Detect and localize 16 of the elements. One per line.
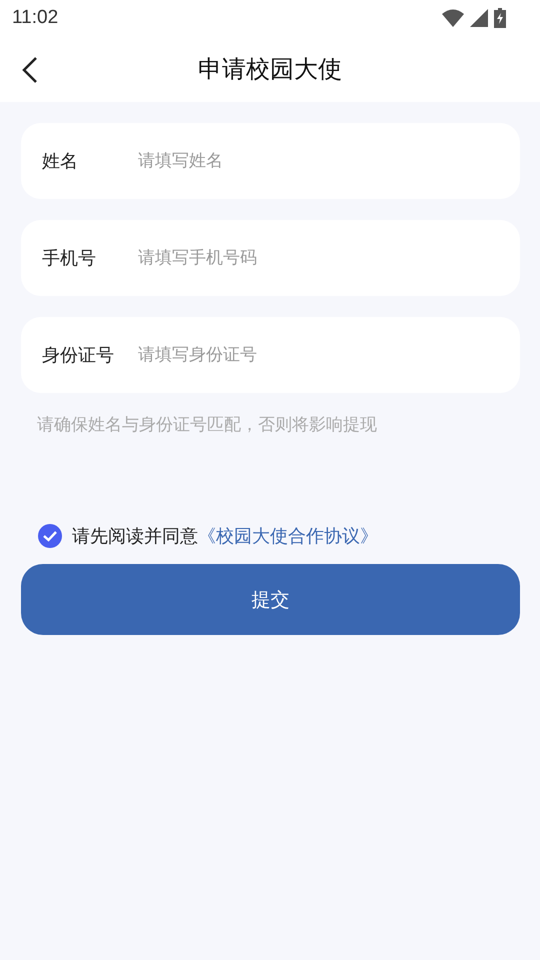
agreement-link[interactable]: 《校园大使合作协议》	[198, 524, 378, 548]
signal-icon	[470, 9, 488, 27]
status-time: 11:02	[12, 7, 58, 29]
field-label: 身份证号	[42, 344, 115, 367]
wifi-icon	[442, 9, 464, 27]
agreement-text: 请先阅读并同意	[72, 525, 198, 548]
notice-text: 请确保姓名与身份证号匹配，否则将影响提现	[36, 414, 378, 436]
field-label: 手机号	[42, 247, 97, 270]
submit-button[interactable]: 提交	[21, 564, 520, 635]
input-field[interactable]: 请填写手机号码	[136, 247, 500, 269]
checkbox[interactable]	[38, 524, 62, 548]
input-field[interactable]: 请填写身份证号	[136, 344, 500, 366]
page-title: 申请校园大使	[198, 54, 342, 85]
field-label: 姓名	[42, 150, 79, 173]
battery-icon	[494, 8, 506, 28]
input-field[interactable]: 请填写姓名	[136, 150, 500, 172]
